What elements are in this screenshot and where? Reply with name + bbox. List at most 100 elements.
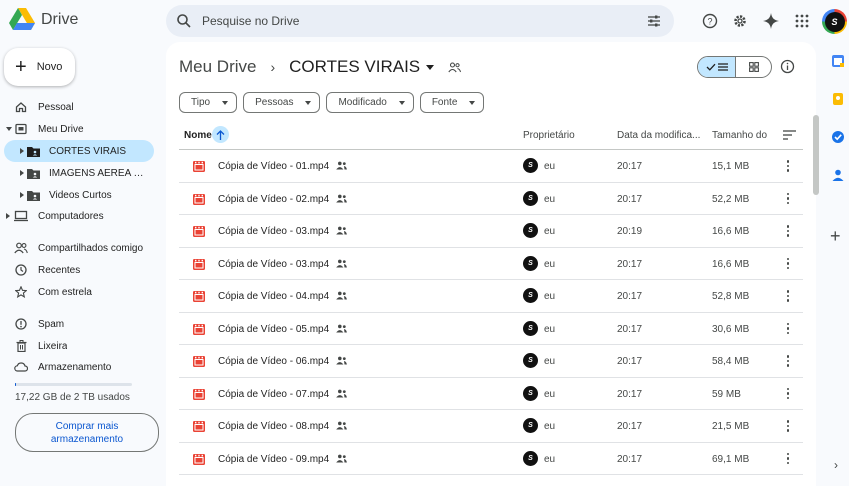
sidebar-item-label: Pessoal: [38, 102, 74, 113]
folder-menu-dropdown-icon[interactable]: [426, 64, 435, 70]
more-actions-icon[interactable]: [781, 450, 795, 468]
trash-icon: [14, 339, 28, 353]
drive-logo[interactable]: Drive: [9, 8, 78, 31]
sort-options-icon[interactable]: [783, 130, 796, 140]
account-avatar[interactable]: S: [822, 9, 847, 34]
gemini-sparkle-icon[interactable]: [762, 12, 780, 30]
owner-avatar: S: [523, 288, 538, 303]
shared-people-icon: [336, 421, 347, 430]
file-name[interactable]: Cópia de Vídeo - 03.mp4: [218, 226, 329, 237]
sidebar-item-computadores[interactable]: Computadores: [0, 205, 160, 227]
list-view-button[interactable]: [698, 57, 736, 77]
tasks-icon[interactable]: [831, 130, 845, 144]
more-actions-icon[interactable]: [781, 190, 795, 208]
header-owner[interactable]: Proprietário: [523, 130, 575, 141]
collapsed-caret-icon[interactable]: [20, 192, 24, 198]
breadcrumb-current[interactable]: CORTES VIRAIS: [289, 57, 420, 77]
sidebar-item-com-estrela[interactable]: Com estrela: [0, 281, 160, 303]
header-size[interactable]: Tamanho do: [712, 130, 767, 141]
file-name[interactable]: Cópia de Vídeo - 04.mp4: [218, 291, 329, 302]
top-bar: Drive ? S: [0, 0, 849, 42]
search-bar[interactable]: [166, 5, 674, 37]
grid-view-button[interactable]: [736, 57, 771, 77]
sidebar-item-lixeira[interactable]: Lixeira: [0, 335, 160, 357]
expanded-caret-icon[interactable]: [6, 127, 12, 131]
table-row[interactable]: Cópia de Vídeo - 02.mp4 Seu 20:17 52,2 MB: [179, 183, 803, 215]
sidebar-item-meu-drive[interactable]: Meu Drive: [0, 118, 160, 140]
sidebar-item-compartilhados[interactable]: Compartilhados comigo: [0, 237, 160, 259]
file-name[interactable]: Cópia de Vídeo - 03.mp4: [218, 259, 329, 270]
filter-modificado[interactable]: Modificado: [326, 92, 414, 113]
more-actions-icon[interactable]: [781, 385, 795, 403]
new-button[interactable]: + Novo: [4, 48, 75, 86]
apps-grid-icon[interactable]: [793, 12, 811, 30]
more-actions-icon[interactable]: [781, 320, 795, 338]
file-name[interactable]: Cópia de Vídeo - 01.mp4: [218, 161, 329, 172]
hide-panel-chevron-icon[interactable]: ›: [834, 458, 838, 472]
file-name[interactable]: Cópia de Vídeo - 08.mp4: [218, 421, 329, 432]
filter-tipo[interactable]: Tipo: [179, 92, 238, 113]
file-name[interactable]: Cópia de Vídeo - 06.mp4: [218, 356, 329, 367]
header-modified[interactable]: Data da modifica...: [617, 130, 700, 141]
table-row[interactable]: Cópia de Vídeo - 07.mp4 Seu 20:17 59 MB: [179, 378, 803, 410]
more-actions-icon[interactable]: [781, 222, 795, 240]
sidebar-item-label: Recentes: [38, 265, 81, 276]
modified-time: 20:17: [617, 453, 643, 465]
calendar-icon[interactable]: [831, 54, 845, 68]
modified-time: 20:17: [617, 193, 643, 205]
table-row[interactable]: Cópia de Vídeo - 01.mp4 Seu 20:17 15,1 MB: [179, 150, 803, 183]
more-actions-icon[interactable]: [781, 255, 795, 273]
file-name[interactable]: Cópia de Vídeo - 02.mp4: [218, 194, 329, 205]
owner-avatar: S: [523, 353, 538, 368]
table-row[interactable]: Cópia de Vídeo - 05.mp4 Seu 20:17 30,6 MB: [179, 313, 803, 345]
sidebar-item-recentes[interactable]: Recentes: [0, 259, 160, 281]
filter-fonte[interactable]: Fonte: [419, 92, 485, 113]
sidebar-item-imagens-aerea[interactable]: IMAGENS AEREA SMETRO: [0, 162, 160, 184]
table-row[interactable]: Cópia de Vídeo - 06.mp4 Seu 20:17 58,4 MB: [179, 345, 803, 378]
sidebar-item-label: Com estrela: [38, 287, 92, 298]
file-name[interactable]: Cópia de Vídeo - 09.mp4: [218, 454, 329, 465]
file-size: 15,1 MB: [712, 161, 750, 172]
get-addons-plus-icon[interactable]: +: [830, 226, 841, 247]
file-size: 52,2 MB: [712, 193, 750, 205]
breadcrumb-root[interactable]: Meu Drive: [179, 57, 256, 77]
filter-pessoas[interactable]: Pessoas: [243, 92, 321, 113]
table-row[interactable]: Cópia de Vídeo - 04.mp4 Seu 20:17 52,8 MB: [179, 280, 803, 313]
collapsed-caret-icon[interactable]: [20, 170, 24, 176]
sidebar-item-videos-curtos[interactable]: Videos Curtos: [0, 184, 160, 206]
file-name[interactable]: Cópia de Vídeo - 07.mp4: [218, 389, 329, 400]
more-actions-icon[interactable]: [781, 352, 795, 370]
collapsed-caret-icon[interactable]: [6, 213, 10, 219]
owner-name: eu: [544, 388, 556, 400]
search-icon[interactable]: [176, 13, 192, 29]
table-row[interactable]: Cópia de Vídeo - 08.mp4 Seu 20:17 21,5 MB: [179, 410, 803, 443]
more-actions-icon[interactable]: [781, 287, 795, 305]
shared-people-icon[interactable]: [448, 61, 462, 73]
help-icon[interactable]: ?: [701, 12, 719, 30]
settings-gear-icon[interactable]: [731, 12, 749, 30]
filter-chips: Tipo Pessoas Modificado Fonte: [179, 92, 485, 113]
table-row[interactable]: Cópia de Vídeo - 03.mp4 Seu 20:19 16,6 MB: [179, 215, 803, 248]
keep-icon[interactable]: [831, 92, 845, 106]
table-row[interactable]: Cópia de Vídeo - 03.mp4 Seu 20:17 16,6 MB: [179, 248, 803, 280]
scrollbar-thumb[interactable]: [813, 115, 819, 195]
sidebar-item-cortes-virais[interactable]: CORTES VIRAIS: [4, 140, 154, 162]
sidebar-item-pessoal[interactable]: Pessoal: [0, 96, 160, 118]
view-toggle: [697, 56, 772, 78]
contacts-icon[interactable]: [831, 168, 845, 182]
table-row[interactable]: Cópia de Vídeo - 09.mp4 Seu 20:17 69,1 MB: [179, 443, 803, 475]
file-size: 52,8 MB: [712, 291, 750, 302]
file-name[interactable]: Cópia de Vídeo - 05.mp4: [218, 324, 329, 335]
search-input[interactable]: [202, 5, 602, 37]
more-actions-icon[interactable]: [781, 157, 795, 175]
header-name[interactable]: Nome: [184, 130, 212, 141]
storage-usage-text: 17,22 GB de 2 TB usados: [15, 392, 130, 403]
collapsed-caret-icon[interactable]: [20, 148, 24, 154]
more-actions-icon[interactable]: [781, 417, 795, 435]
sidebar-item-armazenamento[interactable]: Armazenamento: [0, 356, 160, 378]
info-icon[interactable]: [780, 59, 795, 74]
buy-storage-button[interactable]: Comprar mais armazenamento: [15, 413, 159, 452]
sidebar-item-spam[interactable]: Spam: [0, 313, 160, 335]
search-options-icon[interactable]: [646, 13, 662, 29]
sort-ascending-icon[interactable]: [212, 126, 229, 143]
